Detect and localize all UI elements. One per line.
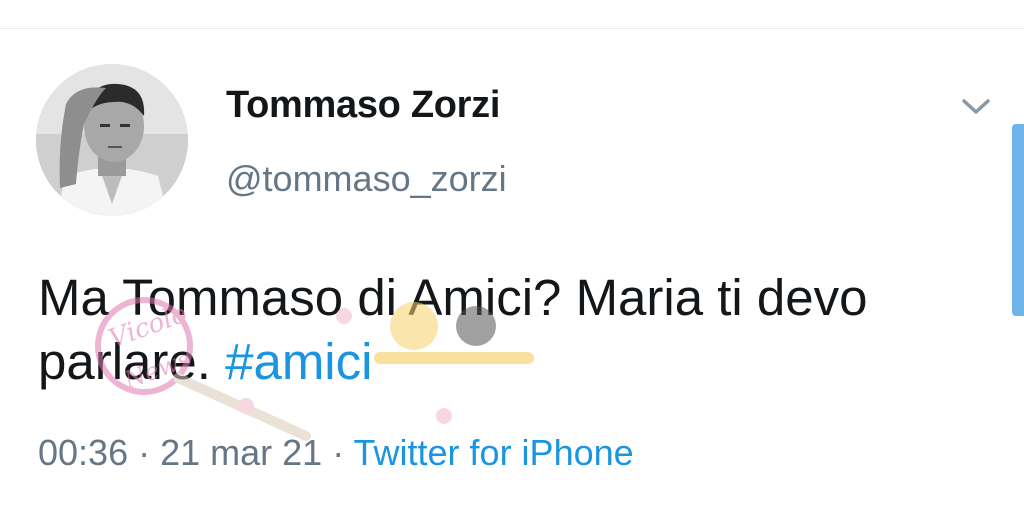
tweet-meta: 00:36 · 21 mar 21 · Twitter for iPhone [38,432,634,474]
avatar[interactable] [36,64,188,216]
avatar-photo [36,64,188,216]
tweet-source-link[interactable]: Twitter for iPhone [354,432,634,473]
chevron-down-icon[interactable] [958,92,994,120]
tweet-time: 00:36 [38,432,129,473]
tweet-body: Ma Tommaso di Amici? Maria ti devo parla… [38,269,868,390]
user-handle[interactable]: @tommaso_zorzi [226,158,507,200]
meta-separator: · [322,432,354,473]
display-name[interactable]: Tommaso Zorzi [226,84,500,127]
scrollbar[interactable] [1012,124,1024,316]
tweet-text: Ma Tommaso di Amici? Maria ti devo parla… [38,266,958,394]
top-divider [0,28,1024,29]
hashtag-link[interactable]: #amici [225,333,372,390]
meta-separator: · [128,432,161,473]
tweet-date: 21 mar 21 [160,432,323,473]
